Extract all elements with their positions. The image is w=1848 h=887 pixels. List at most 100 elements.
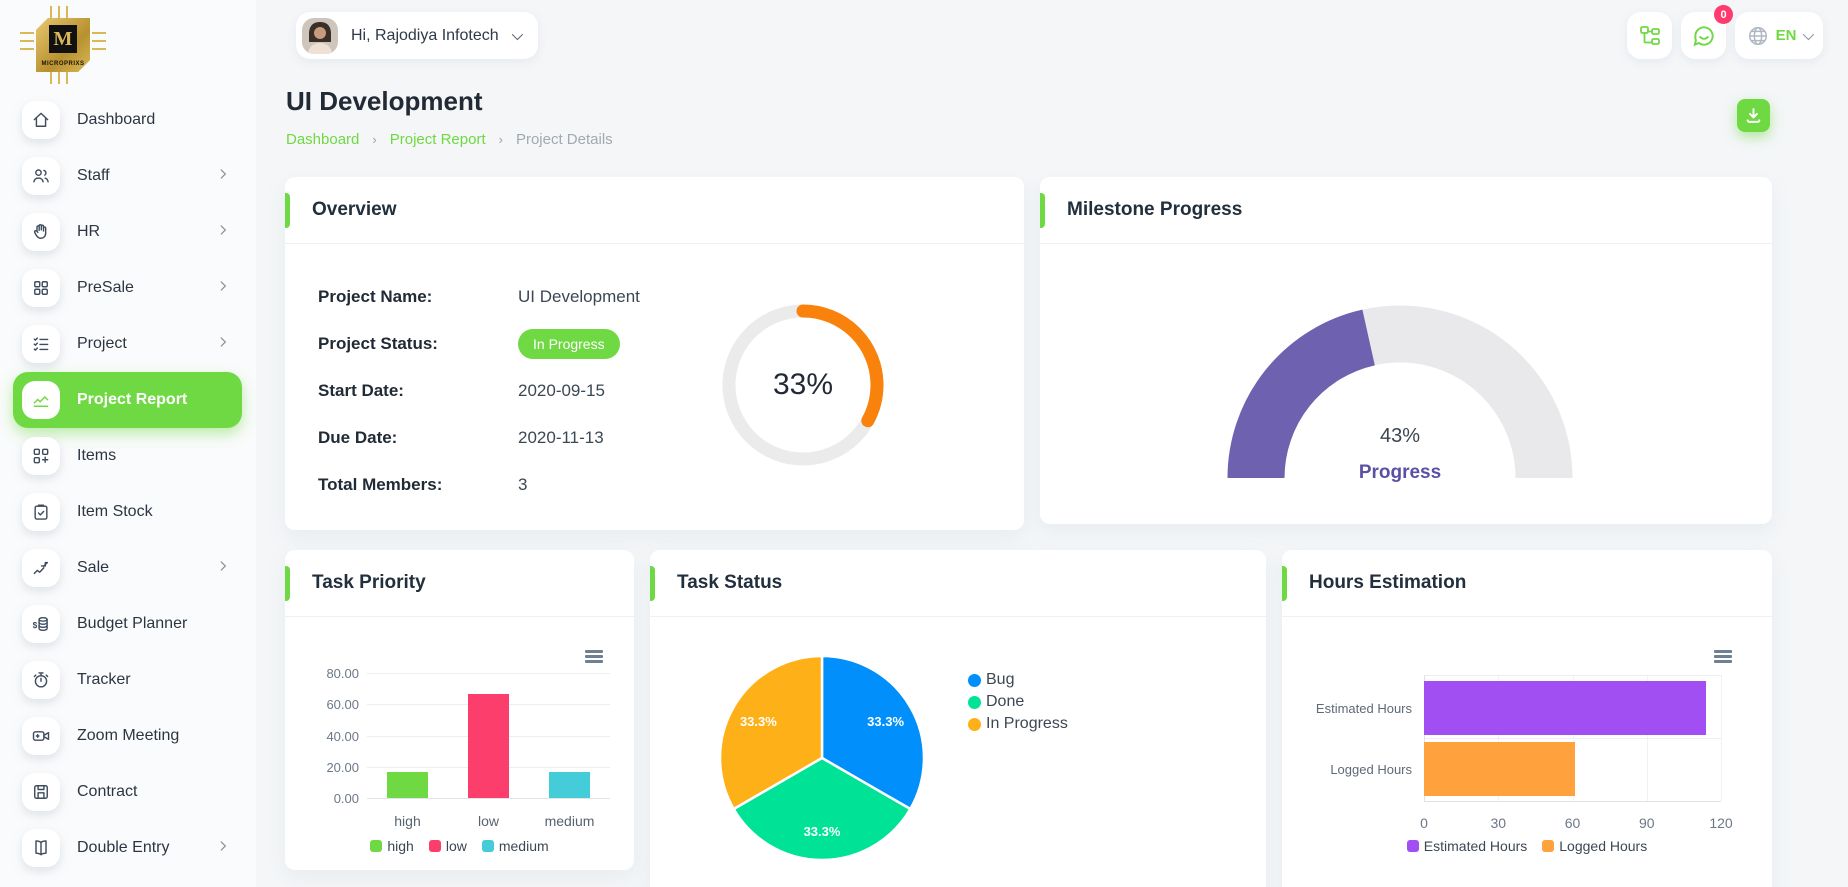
page-title: UI Development xyxy=(286,86,483,117)
stairs-icon xyxy=(31,558,51,578)
sidebar-item-staff[interactable]: Staff xyxy=(0,148,256,204)
y-axis-tick: 0.00 xyxy=(315,791,359,806)
overview-row: Start Date:2020-09-15 xyxy=(318,367,718,414)
overview-row: Project Name:UI Development xyxy=(318,273,718,320)
overview-row-label: Start Date: xyxy=(318,381,518,401)
chevron-down-icon xyxy=(1803,28,1814,39)
brand-logo[interactable]: M MICROPRIXS xyxy=(20,6,100,84)
bar-high[interactable] xyxy=(387,772,428,798)
breadcrumb: Dashboard›Project Report›Project Details xyxy=(286,131,613,148)
download-button[interactable] xyxy=(1737,99,1770,132)
bar-estimated-hours[interactable] xyxy=(1424,681,1706,735)
tree-icon xyxy=(1638,24,1662,48)
gridline xyxy=(367,673,610,674)
overview-row-label: Due Date: xyxy=(318,428,518,448)
sidebar-item-label: Budget Planner xyxy=(77,615,187,633)
legend-item-bug[interactable]: Bug xyxy=(968,671,1068,689)
sidebar-item-double-entry[interactable]: Double Entry xyxy=(0,820,256,876)
avatar xyxy=(302,18,338,54)
sidebar-item-contract[interactable]: Contract xyxy=(0,764,256,820)
project-progress-donut[interactable]: 33% xyxy=(718,300,888,470)
legend-swatch xyxy=(968,674,981,687)
sidebar-item-label: HR xyxy=(77,223,100,241)
sidebar-item-project-report[interactable]: Project Report xyxy=(13,372,242,428)
pie-slice-label: 33.3% xyxy=(804,824,841,839)
legend-item-done[interactable]: Done xyxy=(968,693,1068,711)
grid-icon xyxy=(31,278,51,298)
messages-button[interactable]: 0 xyxy=(1681,12,1726,59)
hours-card-header: Hours Estimation xyxy=(1282,550,1772,617)
download-icon xyxy=(1745,107,1762,124)
legend-swatch xyxy=(1542,840,1554,852)
chart-menu-icon[interactable] xyxy=(1714,650,1732,665)
sidebar-item-label: Item Stock xyxy=(77,503,153,521)
legend-item-in-progress[interactable]: In Progress xyxy=(968,715,1068,733)
y-axis-label: Estimated Hours xyxy=(1282,701,1412,716)
sidebar-item-presale[interactable]: PreSale xyxy=(0,260,256,316)
language-selector[interactable]: EN xyxy=(1735,12,1823,59)
overview-row-value: 2020-11-13 xyxy=(518,428,604,448)
gauge-percent-label: 43% xyxy=(1300,425,1500,448)
legend-item-high[interactable]: high xyxy=(370,838,413,854)
gridline xyxy=(1424,675,1721,676)
chart-menu-icon[interactable] xyxy=(585,650,603,665)
hours-estimation-card: Hours Estimation 0306090120Estimated Hou… xyxy=(1282,550,1772,887)
sidebar-item-budget-planner[interactable]: $Budget Planner xyxy=(0,596,256,652)
sidebar-item-label: PreSale xyxy=(77,279,134,297)
milestone-gauge[interactable] xyxy=(1200,278,1600,483)
user-greeting: Hi, Rajodiya Infotech xyxy=(351,27,499,45)
pie-legend: Bug Done In Progress xyxy=(968,671,1068,733)
home-icon xyxy=(22,101,60,139)
user-menu[interactable]: Hi, Rajodiya Infotech xyxy=(296,12,538,59)
x-axis-line xyxy=(1424,801,1721,802)
sidebar-item-hr[interactable]: HR xyxy=(0,204,256,260)
users-icon xyxy=(22,157,60,195)
breadcrumb-separator: › xyxy=(372,132,376,147)
legend-label: Done xyxy=(986,693,1024,711)
breadcrumb-dashboard[interactable]: Dashboard xyxy=(286,131,359,148)
users-icon xyxy=(31,166,51,186)
bar-medium[interactable] xyxy=(549,772,590,798)
milestone-card: Milestone Progress 43% Progress xyxy=(1040,177,1772,524)
legend-item-low[interactable]: low xyxy=(429,838,467,854)
legend-swatch xyxy=(1407,840,1419,852)
legend-item-logged-hours[interactable]: Logged Hours xyxy=(1542,838,1647,854)
overview-card-header: Overview xyxy=(285,177,1024,244)
legend-swatch xyxy=(482,840,494,852)
bar-logged-hours[interactable] xyxy=(1424,742,1575,796)
bar-low[interactable] xyxy=(468,694,509,798)
book-icon xyxy=(22,829,60,867)
sidebar-item-zoom-meeting[interactable]: Zoom Meeting xyxy=(0,708,256,764)
brand-name: MICROPRIXS xyxy=(36,61,90,67)
sidebar-item-label: Items xyxy=(77,447,116,465)
sidebar-item-items[interactable]: Items xyxy=(0,428,256,484)
task-status-card-header: Task Status xyxy=(650,550,1266,617)
sidebar-item-item-stock[interactable]: Item Stock xyxy=(0,484,256,540)
grid-icon xyxy=(22,269,60,307)
contract-icon xyxy=(31,782,51,802)
language-code: EN xyxy=(1776,27,1797,44)
chevron-down-icon xyxy=(511,28,522,39)
status-badge: In Progress xyxy=(518,329,620,359)
clients-tree-button[interactable] xyxy=(1627,12,1672,59)
sidebar-item-label: Sale xyxy=(77,559,109,577)
video-icon xyxy=(22,717,60,755)
card-title: Task Status xyxy=(677,572,782,594)
pie-slice-label: 33.3% xyxy=(867,714,904,729)
sidebar-item-label: Dashboard xyxy=(77,111,155,129)
sidebar-item-dashboard[interactable]: Dashboard xyxy=(0,92,256,148)
globe-icon xyxy=(1747,25,1769,47)
sidebar-item-tracker[interactable]: Tracker xyxy=(0,652,256,708)
gridline xyxy=(367,798,610,799)
checklist-icon xyxy=(31,334,51,354)
sidebar: M MICROPRIXS Dashboard Staff HR PreSale Proj… xyxy=(0,0,256,887)
breadcrumb-project-report[interactable]: Project Report xyxy=(390,131,486,148)
legend-item-medium[interactable]: medium xyxy=(482,838,549,854)
sidebar-menu: Dashboard Staff HR PreSale ProjectProject Re… xyxy=(0,92,256,876)
legend-item-estimated-hours[interactable]: Estimated Hours xyxy=(1407,838,1527,854)
x-axis-tick: 60 xyxy=(1553,815,1593,831)
sidebar-item-sale[interactable]: Sale xyxy=(0,540,256,596)
overview-row: Total Members:3 xyxy=(318,461,718,508)
sidebar-item-project[interactable]: Project xyxy=(0,316,256,372)
chevron-right-icon xyxy=(216,167,230,186)
